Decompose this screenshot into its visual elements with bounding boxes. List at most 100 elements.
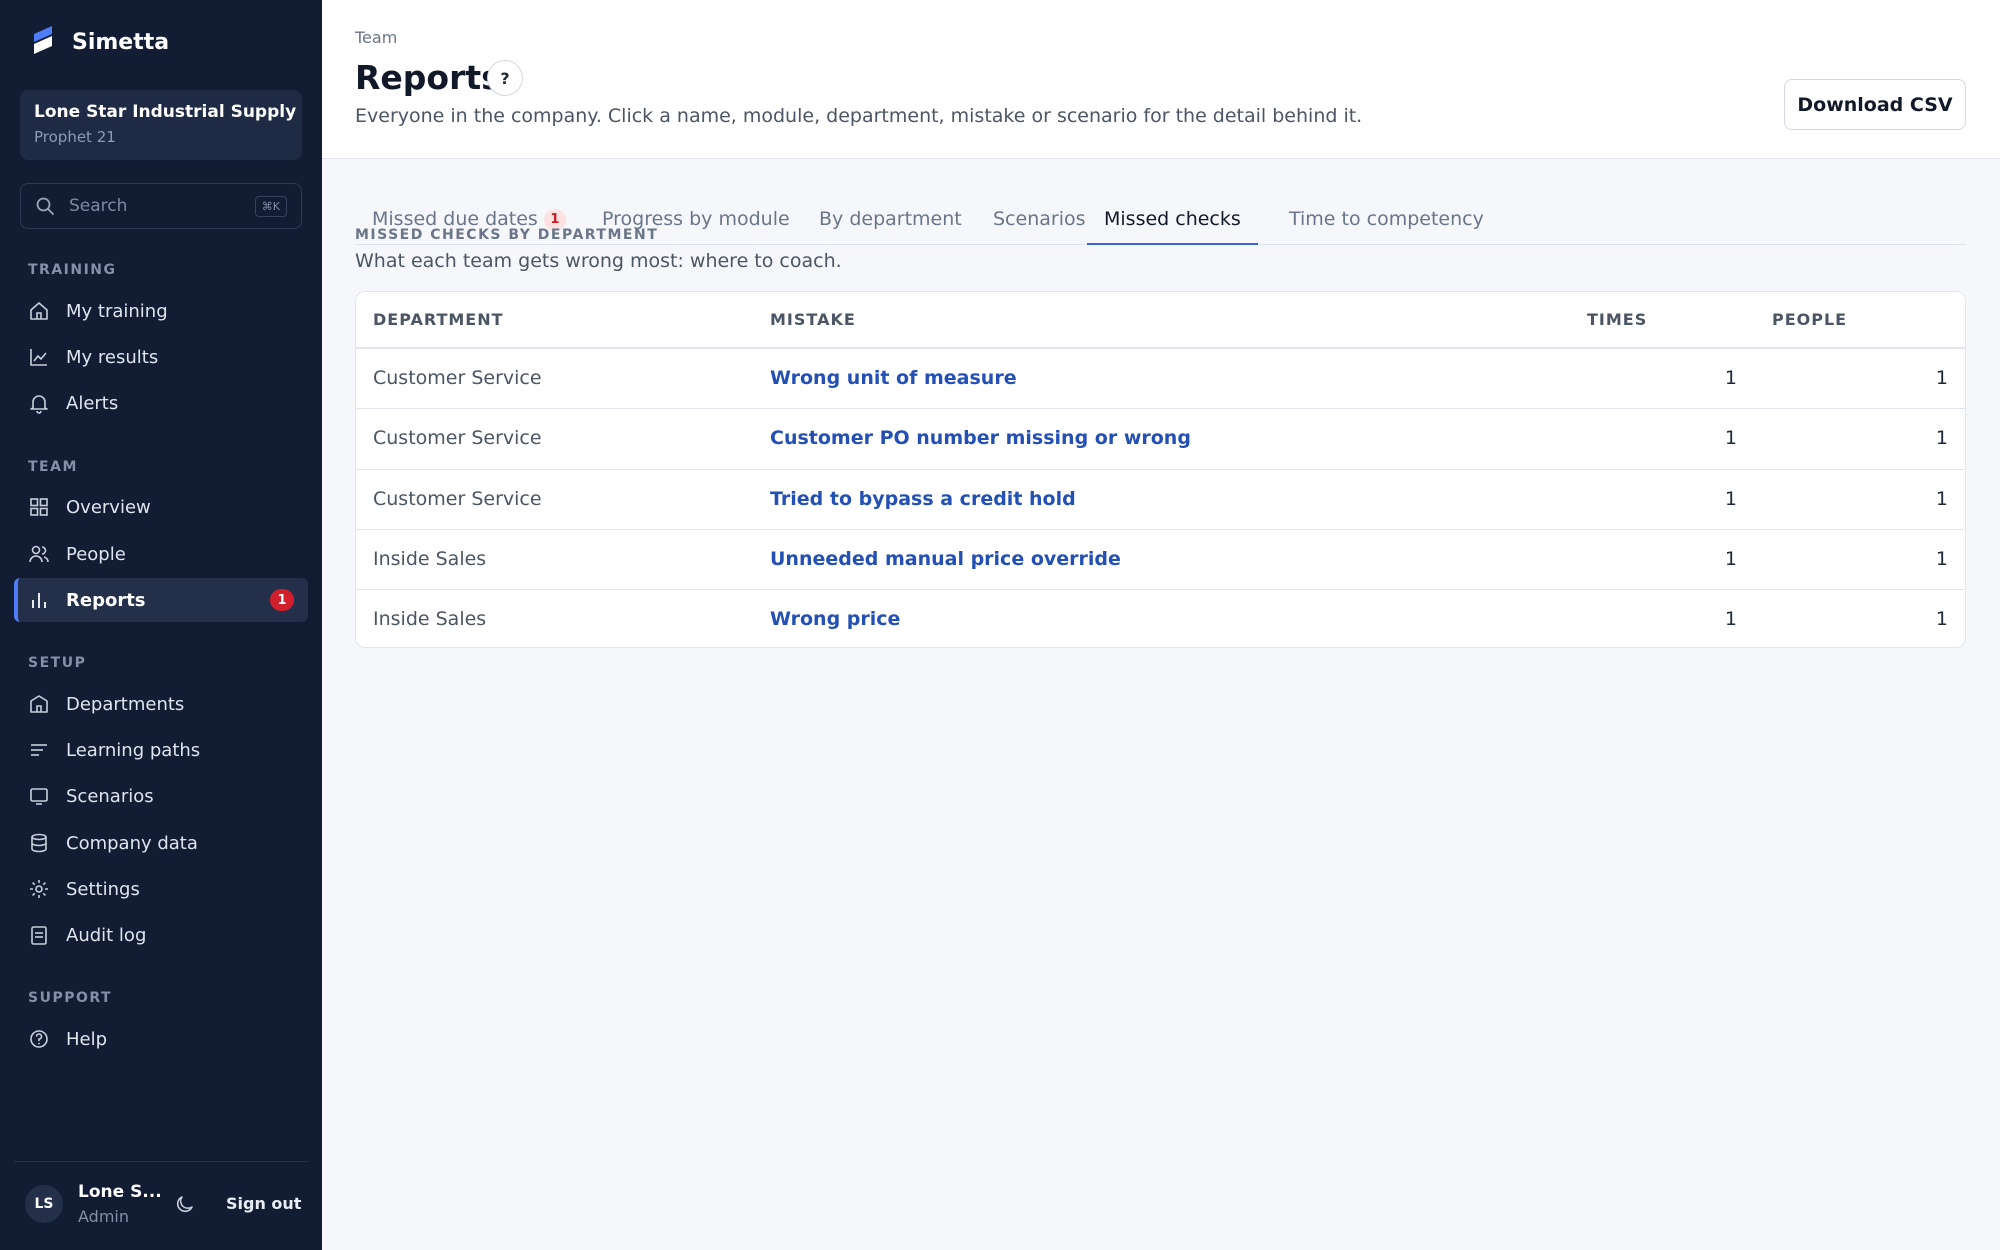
section-label-training: TRAINING: [28, 262, 117, 278]
reports-count-badge: 1: [270, 589, 294, 611]
sidebar-item-label: Learning paths: [66, 739, 201, 761]
sidebar-item-company-data[interactable]: Company data: [14, 821, 308, 865]
sidebar-item-people[interactable]: People: [14, 532, 308, 576]
people-cell: 1: [1935, 608, 1948, 630]
sidebar-item-label: Departments: [66, 693, 185, 715]
times-cell: 1: [1724, 488, 1737, 510]
sidebar-item-label: Audit log: [66, 924, 147, 946]
page-title: Reports: [355, 58, 501, 97]
column-header-department: DEPARTMENT: [373, 310, 504, 329]
section-label-setup: SETUP: [28, 655, 87, 671]
sidebar-item-label: Alerts: [66, 392, 119, 414]
sidebar-item-reports[interactable]: Reports 1: [14, 578, 308, 622]
table-row: Inside Sales Unneeded manual price overr…: [356, 529, 1965, 589]
sign-out-button[interactable]: Sign out: [226, 1194, 301, 1213]
sidebar-item-scenarios[interactable]: Scenarios: [14, 774, 308, 818]
table-row: Customer Service Wrong unit of measure 1…: [356, 348, 1965, 408]
sidebar-item-overview[interactable]: Overview: [14, 485, 308, 529]
search-placeholder: Search: [69, 196, 128, 216]
times-cell: 1: [1724, 367, 1737, 389]
gear-icon: [30, 880, 48, 898]
people-cell: 1: [1935, 548, 1948, 570]
sidebar-item-label: Overview: [66, 496, 151, 518]
table-row: Customer Service Customer PO number miss…: [356, 408, 1965, 468]
department-cell[interactable]: Inside Sales: [373, 548, 486, 570]
breadcrumb[interactable]: Team: [355, 28, 397, 47]
monitor-icon: [30, 788, 48, 805]
sidebar-item-label: My results: [66, 346, 159, 368]
sidebar-item-label: My training: [66, 300, 168, 322]
missed-checks-table: DEPARTMENT MISTAKE TIMES PEOPLE Customer…: [355, 291, 1966, 648]
mistake-link[interactable]: Tried to bypass a credit hold: [770, 488, 1076, 510]
sidebar-item-learning-paths[interactable]: Learning paths: [14, 728, 308, 772]
bar-chart-icon: [32, 593, 46, 608]
page-header: [322, 0, 2000, 159]
column-header-times: TIMES: [1587, 310, 1648, 329]
people-cell: 1: [1935, 367, 1948, 389]
mistake-link[interactable]: Customer PO number missing or wrong: [770, 427, 1191, 449]
column-header-mistake: MISTAKE: [770, 310, 856, 329]
sidebar-item-alerts[interactable]: Alerts: [14, 381, 308, 425]
grid-icon: [30, 498, 48, 516]
department-cell[interactable]: Customer Service: [373, 367, 542, 389]
sidebar-item-my-training[interactable]: My training: [14, 289, 308, 333]
org-system: Prophet 21: [34, 128, 116, 146]
sidebar-item-help[interactable]: Help: [14, 1017, 308, 1061]
sidebar-divider: [14, 1161, 308, 1162]
home-icon: [30, 302, 48, 320]
section-label-support: SUPPORT: [28, 990, 113, 1006]
sidebar-item-label: Scenarios: [66, 785, 154, 807]
sidebar-item-settings[interactable]: Settings: [14, 867, 308, 911]
sidebar-item-my-results[interactable]: My results: [14, 335, 308, 379]
moon-icon[interactable]: [174, 1193, 196, 1215]
database-icon: [31, 833, 47, 853]
sidebar-item-label: Settings: [66, 878, 140, 900]
building-icon: [30, 695, 48, 713]
brand[interactable]: Simetta: [28, 24, 169, 60]
brand-name: Simetta: [72, 29, 170, 55]
mistake-link[interactable]: Wrong unit of measure: [770, 367, 1017, 389]
user-name: Lone S...: [78, 1182, 162, 1202]
section-label-team: TEAM: [28, 459, 78, 475]
people-cell: 1: [1935, 488, 1948, 510]
times-cell: 1: [1724, 548, 1737, 570]
clipboard-icon: [31, 926, 47, 945]
sidebar-item-label: Reports: [66, 589, 146, 611]
tab-missed-checks[interactable]: Missed checks: [1087, 208, 1258, 245]
search-input[interactable]: Search ⌘K: [20, 183, 302, 229]
sidebar-item-audit-log[interactable]: Audit log: [14, 913, 308, 957]
avatar[interactable]: LS: [25, 1185, 63, 1223]
times-cell: 1: [1724, 427, 1737, 449]
mistake-link[interactable]: Wrong price: [770, 608, 900, 630]
bell-icon: [30, 395, 48, 414]
page-description: Everyone in the company. Click a name, m…: [355, 105, 1363, 127]
users-icon: [29, 545, 49, 563]
table-row: Customer Service Tried to bypass a credi…: [356, 469, 1965, 529]
sidebar-item-departments[interactable]: Departments: [14, 682, 308, 726]
help-circle-icon: [30, 1030, 48, 1048]
table-row: Inside Sales Wrong price 1 1: [356, 589, 1965, 647]
org-switcher[interactable]: Lone Star Industrial Supply Prophet 21: [20, 90, 302, 160]
section-subtitle: What each team gets wrong most: where to…: [355, 250, 842, 272]
help-button[interactable]: ?: [487, 60, 523, 96]
org-name: Lone Star Industrial Supply: [34, 102, 297, 122]
user-role: Admin: [78, 1207, 129, 1226]
sidebar-item-label: Company data: [66, 832, 198, 854]
tab-scenarios[interactable]: Scenarios: [993, 208, 1086, 245]
line-chart-icon: [30, 349, 47, 366]
section-heading: MISSED CHECKS BY DEPARTMENT: [355, 227, 659, 243]
search-shortcut: ⌘K: [254, 195, 287, 217]
list-icon: [31, 744, 47, 756]
sidebar-item-label: People: [66, 543, 126, 565]
download-csv-button[interactable]: Download CSV: [1784, 79, 1966, 130]
department-cell[interactable]: Inside Sales: [373, 608, 486, 630]
people-cell: 1: [1935, 427, 1948, 449]
tab-time-to-competency[interactable]: Time to competency: [1289, 208, 1484, 245]
department-cell[interactable]: Customer Service: [373, 427, 542, 449]
department-cell[interactable]: Customer Service: [373, 488, 542, 510]
tab-by-department[interactable]: By department: [819, 208, 962, 245]
mistake-link[interactable]: Unneeded manual price override: [770, 548, 1121, 570]
simetta-logo-icon: [34, 26, 52, 54]
sidebar-item-label: Help: [66, 1028, 108, 1050]
search-icon: [36, 197, 54, 215]
